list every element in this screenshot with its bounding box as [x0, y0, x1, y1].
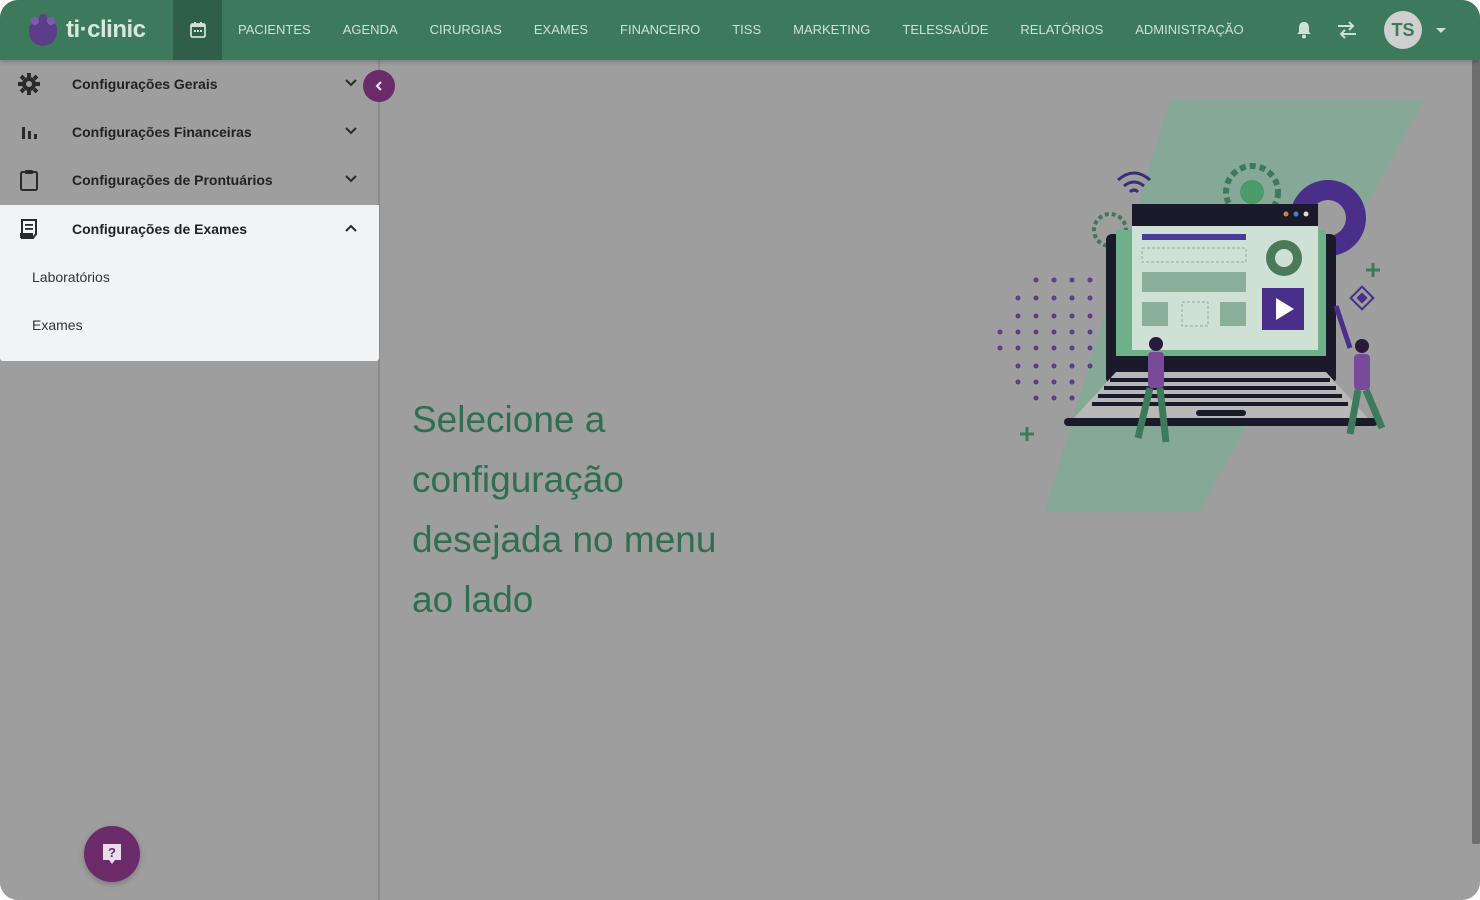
nav-item-marketing[interactable]: MARKETING [777, 0, 886, 60]
sidebar-item-label: Configurações Financeiras [72, 124, 252, 140]
sidebar-subitem-exames[interactable]: Exames [0, 301, 379, 349]
bell-icon[interactable] [1294, 20, 1314, 40]
dots-pattern [997, 277, 1093, 401]
avatar[interactable]: TS [1384, 11, 1422, 49]
chevron-down-icon [345, 79, 357, 87]
nav-item-administracao[interactable]: ADMINISTRAÇÃO [1119, 0, 1259, 60]
sidebar: Configurações Gerais Configurações Finan… [0, 60, 380, 900]
clipboard-icon [20, 170, 38, 191]
help-icon: ? [103, 844, 121, 864]
calendar-icon [189, 22, 206, 38]
chevron-down-icon [345, 127, 357, 135]
message-line: Selecione a [412, 399, 606, 440]
logo[interactable]: ti·clinic [0, 0, 173, 60]
app-frame: ti·clinic PACIENTES AGENDA CIRURGIAS EXA… [0, 0, 1480, 900]
help-button[interactable]: ? [84, 826, 140, 882]
nav-item-cirurgias[interactable]: CIRURGIAS [414, 0, 518, 60]
nav-item-tiss[interactable]: TISS [716, 0, 777, 60]
gear-icon [18, 73, 40, 95]
chevron-down-icon [345, 175, 357, 183]
nav-item-telessaude[interactable]: TELESSAÚDE [886, 0, 1004, 60]
message-line: configuração [412, 459, 624, 500]
nav-item-relatorios[interactable]: RELATÓRIOS [1004, 0, 1119, 60]
sidebar-subitem-laboratorios[interactable]: Laboratórios [0, 253, 379, 301]
sidebar-item-configuracoes-exames[interactable]: Configurações de Exames [0, 205, 379, 253]
nav-item-financeiro[interactable]: FINANCEIRO [604, 0, 716, 60]
collapse-sidebar-button[interactable] [363, 70, 395, 102]
calendar-button[interactable] [173, 0, 222, 60]
sidebar-item-configuracoes-prontuarios[interactable]: Configurações de Prontuários [0, 156, 379, 204]
chevron-left-icon [375, 81, 382, 91]
logo-text: ti·clinic [66, 16, 146, 43]
sidebar-expanded-section: Configurações de Exames Laboratórios Exa… [0, 205, 379, 361]
nav-item-agenda[interactable]: AGENDA [327, 0, 414, 60]
configuration-illustration [997, 100, 1424, 511]
sidebar-item-configuracoes-financeiras[interactable]: Configurações Financeiras [0, 108, 379, 156]
scrollbar[interactable] [1472, 60, 1480, 844]
bar-chart-icon [22, 127, 37, 139]
top-navbar: ti·clinic PACIENTES AGENDA CIRURGIAS EXA… [0, 0, 1480, 60]
sidebar-item-label: Configurações de Exames [72, 221, 248, 237]
nav-item-pacientes[interactable]: PACIENTES [222, 0, 327, 60]
chevron-up-icon [345, 224, 357, 232]
nav-item-exames[interactable]: EXAMES [518, 0, 604, 60]
receipt-icon [20, 219, 37, 239]
sidebar-item-label: Configurações Gerais [72, 76, 218, 92]
svg-text:?: ? [108, 845, 116, 860]
sidebar-item-configuracoes-gerais[interactable]: Configurações Gerais [0, 60, 379, 108]
sidebar-item-label: Configurações de Prontuários [72, 172, 273, 188]
main-nav: PACIENTES AGENDA CIRURGIAS EXAMES FINANC… [222, 0, 1260, 60]
empty-state-message: Selecione a configuração desejada no men… [412, 390, 732, 630]
message-line: desejada no menu [412, 519, 717, 560]
logo-icon [29, 14, 57, 46]
user-menu-caret-icon[interactable] [1436, 27, 1446, 33]
swap-icon[interactable] [1336, 20, 1358, 40]
message-line: ao lado [412, 579, 534, 620]
topbar-actions: TS [1294, 0, 1480, 60]
